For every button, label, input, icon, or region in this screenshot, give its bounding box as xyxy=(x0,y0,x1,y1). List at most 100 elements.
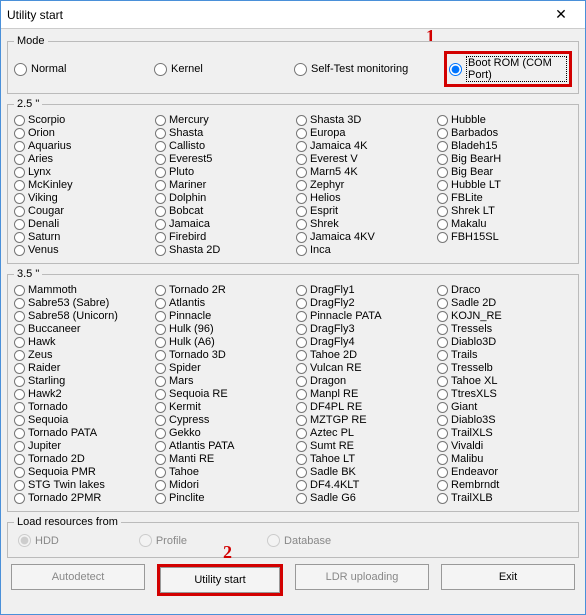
drive-option[interactable]: Makalu xyxy=(437,218,572,231)
drive-option[interactable]: Mars xyxy=(155,375,290,388)
drive-option[interactable]: Shrek LT xyxy=(437,205,572,218)
drive-option[interactable]: Sabre53 (Sabre) xyxy=(14,297,149,310)
drive-option[interactable]: Bobcat xyxy=(155,205,290,218)
ldr-uploading-button[interactable]: LDR uploading xyxy=(295,564,429,590)
drive-option[interactable]: Helios xyxy=(296,192,431,205)
drive-option[interactable]: FBH15SL xyxy=(437,231,572,244)
drive-option[interactable]: Raider xyxy=(14,362,149,375)
drive-option[interactable]: Jamaica xyxy=(155,218,290,231)
drive-option[interactable]: Mercury xyxy=(155,114,290,127)
drive-option[interactable]: Atlantis PATA xyxy=(155,440,290,453)
drive-option[interactable]: Jupiter xyxy=(14,440,149,453)
drive-option[interactable]: TtresXLS xyxy=(437,388,572,401)
drive-option[interactable]: Barbados xyxy=(437,127,572,140)
drive-option[interactable]: KOJN_RE xyxy=(437,310,572,323)
autodetect-button[interactable]: Autodetect xyxy=(11,564,145,590)
drive-option[interactable]: Hulk (96) xyxy=(155,323,290,336)
drive-option[interactable]: Mammoth xyxy=(14,284,149,297)
exit-button[interactable]: Exit xyxy=(441,564,575,590)
drive-option[interactable]: Lynx xyxy=(14,166,149,179)
drive-option[interactable]: DragFly1 xyxy=(296,284,431,297)
drive-option[interactable]: Manti RE xyxy=(155,453,290,466)
drive-option[interactable]: Tornado PATA xyxy=(14,427,149,440)
drive-option[interactable]: Shrek xyxy=(296,218,431,231)
drive-option[interactable]: Tressels xyxy=(437,323,572,336)
drive-option[interactable]: Zephyr xyxy=(296,179,431,192)
drive-option[interactable]: DragFly2 xyxy=(296,297,431,310)
drive-option[interactable]: Big BearH xyxy=(437,153,572,166)
drive-option[interactable]: Tresselb xyxy=(437,362,572,375)
drive-option[interactable]: Starling xyxy=(14,375,149,388)
drive-option[interactable]: Tahoe 2D xyxy=(296,349,431,362)
drive-option[interactable]: Giant xyxy=(437,401,572,414)
drive-option[interactable]: Aquarius xyxy=(14,140,149,153)
drive-option[interactable]: DragFly3 xyxy=(296,323,431,336)
drive-option[interactable]: Vivaldi xyxy=(437,440,572,453)
drive-option[interactable]: Denali xyxy=(14,218,149,231)
drive-option[interactable]: Shasta xyxy=(155,127,290,140)
drive-option[interactable]: Sumt RE xyxy=(296,440,431,453)
close-icon[interactable]: ✕ xyxy=(543,6,579,23)
drive-option[interactable]: Sabre58 (Unicorn) xyxy=(14,310,149,323)
drive-option[interactable]: Sadle BK xyxy=(296,466,431,479)
drive-option[interactable]: Tornado 2R xyxy=(155,284,290,297)
drive-option[interactable]: Cougar xyxy=(14,205,149,218)
drive-option[interactable]: Everest5 xyxy=(155,153,290,166)
drive-option[interactable]: Jamaica 4K xyxy=(296,140,431,153)
drive-option[interactable]: Pinnacle xyxy=(155,310,290,323)
drive-option[interactable]: TrailXLB xyxy=(437,492,572,505)
drive-option[interactable]: McKinley xyxy=(14,179,149,192)
drive-option[interactable]: Hawk2 xyxy=(14,388,149,401)
drive-option[interactable]: Europa xyxy=(296,127,431,140)
drive-option[interactable]: TrailXLS xyxy=(437,427,572,440)
load-database[interactable]: Database xyxy=(267,534,331,547)
drive-option[interactable]: Callisto xyxy=(155,140,290,153)
drive-option[interactable]: Dragon xyxy=(296,375,431,388)
drive-option[interactable]: Orion xyxy=(14,127,149,140)
drive-option[interactable]: Rembrndt xyxy=(437,479,572,492)
drive-option[interactable]: Diablo3D xyxy=(437,336,572,349)
drive-option[interactable]: Aries xyxy=(14,153,149,166)
drive-option[interactable]: STG Twin lakes xyxy=(14,479,149,492)
drive-option[interactable]: Shasta 2D xyxy=(155,244,290,257)
drive-option[interactable]: Endeavor xyxy=(437,466,572,479)
drive-option[interactable]: Everest V xyxy=(296,153,431,166)
drive-option[interactable]: Mariner xyxy=(155,179,290,192)
load-profile[interactable]: Profile xyxy=(139,534,187,547)
drive-option[interactable]: Diablo3S xyxy=(437,414,572,427)
drive-option[interactable]: Saturn xyxy=(14,231,149,244)
drive-option[interactable]: Firebird xyxy=(155,231,290,244)
drive-option[interactable]: Shasta 3D xyxy=(296,114,431,127)
drive-option[interactable]: Tahoe XL xyxy=(437,375,572,388)
mode-bootrom[interactable]: Boot ROM (COM Port) xyxy=(449,56,567,82)
drive-option[interactable]: Gekko xyxy=(155,427,290,440)
drive-option[interactable]: Pinnacle PATA xyxy=(296,310,431,323)
drive-option[interactable]: Venus xyxy=(14,244,149,257)
drive-option[interactable]: DF4.4KLT xyxy=(296,479,431,492)
drive-option[interactable]: Kermit xyxy=(155,401,290,414)
drive-option[interactable]: Tahoe LT xyxy=(296,453,431,466)
drive-option[interactable]: Vulcan RE xyxy=(296,362,431,375)
drive-option[interactable]: Tornado 2D xyxy=(14,453,149,466)
drive-option[interactable]: Midori xyxy=(155,479,290,492)
drive-option[interactable]: Tornado 3D xyxy=(155,349,290,362)
drive-option[interactable]: Tornado xyxy=(14,401,149,414)
drive-option[interactable]: Tahoe xyxy=(155,466,290,479)
drive-option[interactable]: Marn5 4K xyxy=(296,166,431,179)
drive-option[interactable]: Sequoia PMR xyxy=(14,466,149,479)
drive-option[interactable]: Sequoia RE xyxy=(155,388,290,401)
drive-option[interactable]: Hulk (A6) xyxy=(155,336,290,349)
drive-option[interactable]: FBLite xyxy=(437,192,572,205)
drive-option[interactable]: Cypress xyxy=(155,414,290,427)
drive-option[interactable]: Dolphin xyxy=(155,192,290,205)
drive-option[interactable]: Viking xyxy=(14,192,149,205)
drive-option[interactable]: Sadle G6 xyxy=(296,492,431,505)
drive-option[interactable]: Tornado 2PMR xyxy=(14,492,149,505)
drive-option[interactable]: Big Bear xyxy=(437,166,572,179)
drive-option[interactable]: Hawk xyxy=(14,336,149,349)
drive-option[interactable]: Hubble LT xyxy=(437,179,572,192)
drive-option[interactable]: MZTGP RE xyxy=(296,414,431,427)
mode-selftest[interactable]: Self-Test monitoring xyxy=(294,63,444,76)
drive-option[interactable]: Pinclite xyxy=(155,492,290,505)
drive-option[interactable]: Atlantis xyxy=(155,297,290,310)
